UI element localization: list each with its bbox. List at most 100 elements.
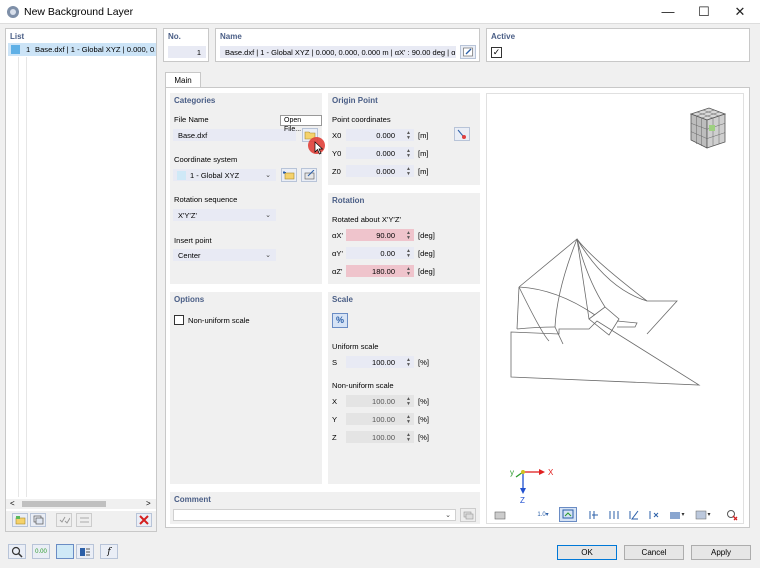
file-name-label: File Name xyxy=(174,115,209,124)
z0-value: 0.000 xyxy=(376,167,395,176)
display-settings-icon[interactable] xyxy=(491,507,509,522)
list-header: List xyxy=(10,32,25,41)
axis-z-label: Z xyxy=(520,496,525,505)
spinner-icon[interactable]: ▲ ▼ xyxy=(406,267,411,277)
ok-button[interactable]: OK xyxy=(557,545,617,560)
percent-icon[interactable]: % xyxy=(332,313,348,328)
y0-field[interactable]: 0.000 ▲ ▼ xyxy=(346,147,414,159)
open-file-tooltip: Open File... xyxy=(280,115,322,133)
function-icon[interactable]: f xyxy=(100,544,118,559)
view-cube-icon[interactable] xyxy=(685,104,729,150)
name-field[interactable]: Base.dxf | 1 - Global XYZ | 0.000, 0.000… xyxy=(220,46,456,58)
list-item-text: Base.dxf | 1 - Global XYZ | 0.000, 0.0 xyxy=(35,45,155,54)
decimal-places-icon[interactable]: 0.00 xyxy=(32,544,50,559)
insert-point-select[interactable]: Center ⌄ xyxy=(173,249,276,261)
non-uniform-scale-checkbox[interactable] xyxy=(174,315,184,325)
alpha-z-field[interactable]: 180.00 ▲ ▼ xyxy=(346,265,414,277)
window-title: New Background Layer xyxy=(24,6,134,18)
check-all-icon[interactable] xyxy=(56,513,72,527)
alpha-y-field[interactable]: 0.00 ▲ ▼ xyxy=(346,247,414,259)
z0-field[interactable]: 0.000 ▲ ▼ xyxy=(346,165,414,177)
spinner-icon[interactable]: ▲ ▼ xyxy=(406,397,411,407)
z0-unit: [m] xyxy=(418,167,429,176)
cancel-button[interactable]: Cancel xyxy=(624,545,684,560)
spinner-icon[interactable]: ▲ ▼ xyxy=(406,433,411,443)
dxf-drawing xyxy=(510,238,701,386)
rotation-sequence-select[interactable]: X'Y'Z' ⌄ xyxy=(173,209,276,221)
apply-button[interactable]: Apply xyxy=(691,545,751,560)
layer-color-swatch xyxy=(11,45,20,54)
pick-point-icon[interactable] xyxy=(454,127,470,141)
active-checkbox[interactable]: ✓ xyxy=(491,47,502,58)
units-icon[interactable] xyxy=(76,544,94,559)
fit-view-icon[interactable] xyxy=(559,507,577,522)
scale-x-field[interactable]: 100.00 ▲ ▼ xyxy=(346,395,414,407)
preview-viewport[interactable]: X y Z 1.0 ▾ ▾ ▾ xyxy=(486,93,744,524)
spinner-icon[interactable]: ▲ ▼ xyxy=(406,358,411,368)
render-mode-dropdown[interactable]: ▾ xyxy=(665,507,689,522)
scroll-right-icon[interactable]: > xyxy=(146,499,151,508)
s-field[interactable]: 100.00 ▲ ▼ xyxy=(346,356,414,368)
spinner-icon[interactable]: ▲ ▼ xyxy=(406,149,411,159)
categories-header: Categories xyxy=(174,96,216,105)
new-coord-system-icon[interactable] xyxy=(281,168,297,182)
comment-copy-icon[interactable] xyxy=(460,508,476,522)
coord-system-label: Coordinate system xyxy=(174,155,238,164)
alpha-x-value: 90.00 xyxy=(376,231,395,240)
list-item[interactable]: 1 Base.dxf | 1 - Global XYZ | 0.000, 0.0 xyxy=(8,43,156,56)
view-z-icon[interactable] xyxy=(625,507,643,522)
point-coordinates-label: Point coordinates xyxy=(332,115,391,124)
search-icon[interactable] xyxy=(8,544,26,559)
coord-system-select[interactable]: 1 - Global XYZ ⌄ xyxy=(173,169,276,181)
view-cube-highlight xyxy=(709,125,715,131)
non-uniform-scale-label: Non-uniform scale xyxy=(188,316,250,325)
minimize-button[interactable]: — xyxy=(650,0,686,24)
scrollbar-thumb[interactable] xyxy=(22,501,106,507)
maximize-button[interactable]: ☐ xyxy=(686,0,722,24)
scale-y-field[interactable]: 100.00 ▲ ▼ xyxy=(346,413,414,425)
comment-input[interactable]: ⌄ xyxy=(173,509,456,521)
view-iso-icon[interactable] xyxy=(645,507,663,522)
tree-guide xyxy=(26,57,27,497)
spinner-icon[interactable]: ▲ ▼ xyxy=(406,131,411,141)
x0-field[interactable]: 0.000 ▲ ▼ xyxy=(346,129,414,141)
name-header: Name xyxy=(220,32,242,41)
alpha-x-label: αX' xyxy=(332,231,343,240)
file-name-field[interactable]: Base.dxf xyxy=(173,129,296,141)
rotation-group: Rotation Rotated about X'Y'Z' αX' 90.00 ▲… xyxy=(328,193,480,284)
scale-header: Scale xyxy=(332,295,353,304)
insert-point-value: Center xyxy=(178,251,201,260)
copy-layer-icon[interactable] xyxy=(30,513,46,527)
tab-main[interactable]: Main xyxy=(165,72,201,88)
visibility-dropdown[interactable]: ▾ xyxy=(691,507,715,522)
tree-guide xyxy=(18,57,19,497)
reset-view-icon[interactable] xyxy=(723,507,741,522)
scale-z-label: Z xyxy=(332,433,337,442)
view-x-icon[interactable] xyxy=(585,507,603,522)
edit-name-icon[interactable] xyxy=(460,45,476,59)
scale-y-value: 100.00 xyxy=(372,415,395,424)
spinner-icon[interactable]: ▲ ▼ xyxy=(406,167,411,177)
spinner-icon[interactable]: ▲ ▼ xyxy=(406,415,411,425)
list-toolbar xyxy=(6,511,156,531)
scale-z-field[interactable]: 100.00 ▲ ▼ xyxy=(346,431,414,443)
alpha-z-unit: [deg] xyxy=(418,267,435,276)
spinner-icon[interactable]: ▲ ▼ xyxy=(406,249,411,259)
x0-label: X0 xyxy=(332,131,342,140)
uncheck-all-icon[interactable] xyxy=(76,513,92,527)
x0-unit: [m] xyxy=(418,131,429,140)
color-icon[interactable] xyxy=(56,544,74,559)
alpha-x-field[interactable]: 90.00 ▲ ▼ xyxy=(346,229,414,241)
spinner-icon[interactable]: ▲ ▼ xyxy=(406,231,411,241)
scroll-left-icon[interactable]: < xyxy=(10,499,15,508)
add-layer-icon[interactable] xyxy=(12,513,28,527)
number-field[interactable]: 1 xyxy=(168,46,206,58)
close-button[interactable]: ✕ xyxy=(722,0,758,24)
horizontal-scrollbar[interactable]: < > xyxy=(6,499,156,509)
chevron-down-icon: ⌄ xyxy=(445,512,451,519)
edit-coord-system-icon[interactable] xyxy=(301,168,317,182)
non-uniform-scale-subheader: Non-uniform scale xyxy=(332,381,394,390)
delete-icon[interactable] xyxy=(136,513,152,527)
scale-dropdown[interactable]: 1.0 ▾ xyxy=(531,507,555,522)
view-y-icon[interactable] xyxy=(605,507,623,522)
